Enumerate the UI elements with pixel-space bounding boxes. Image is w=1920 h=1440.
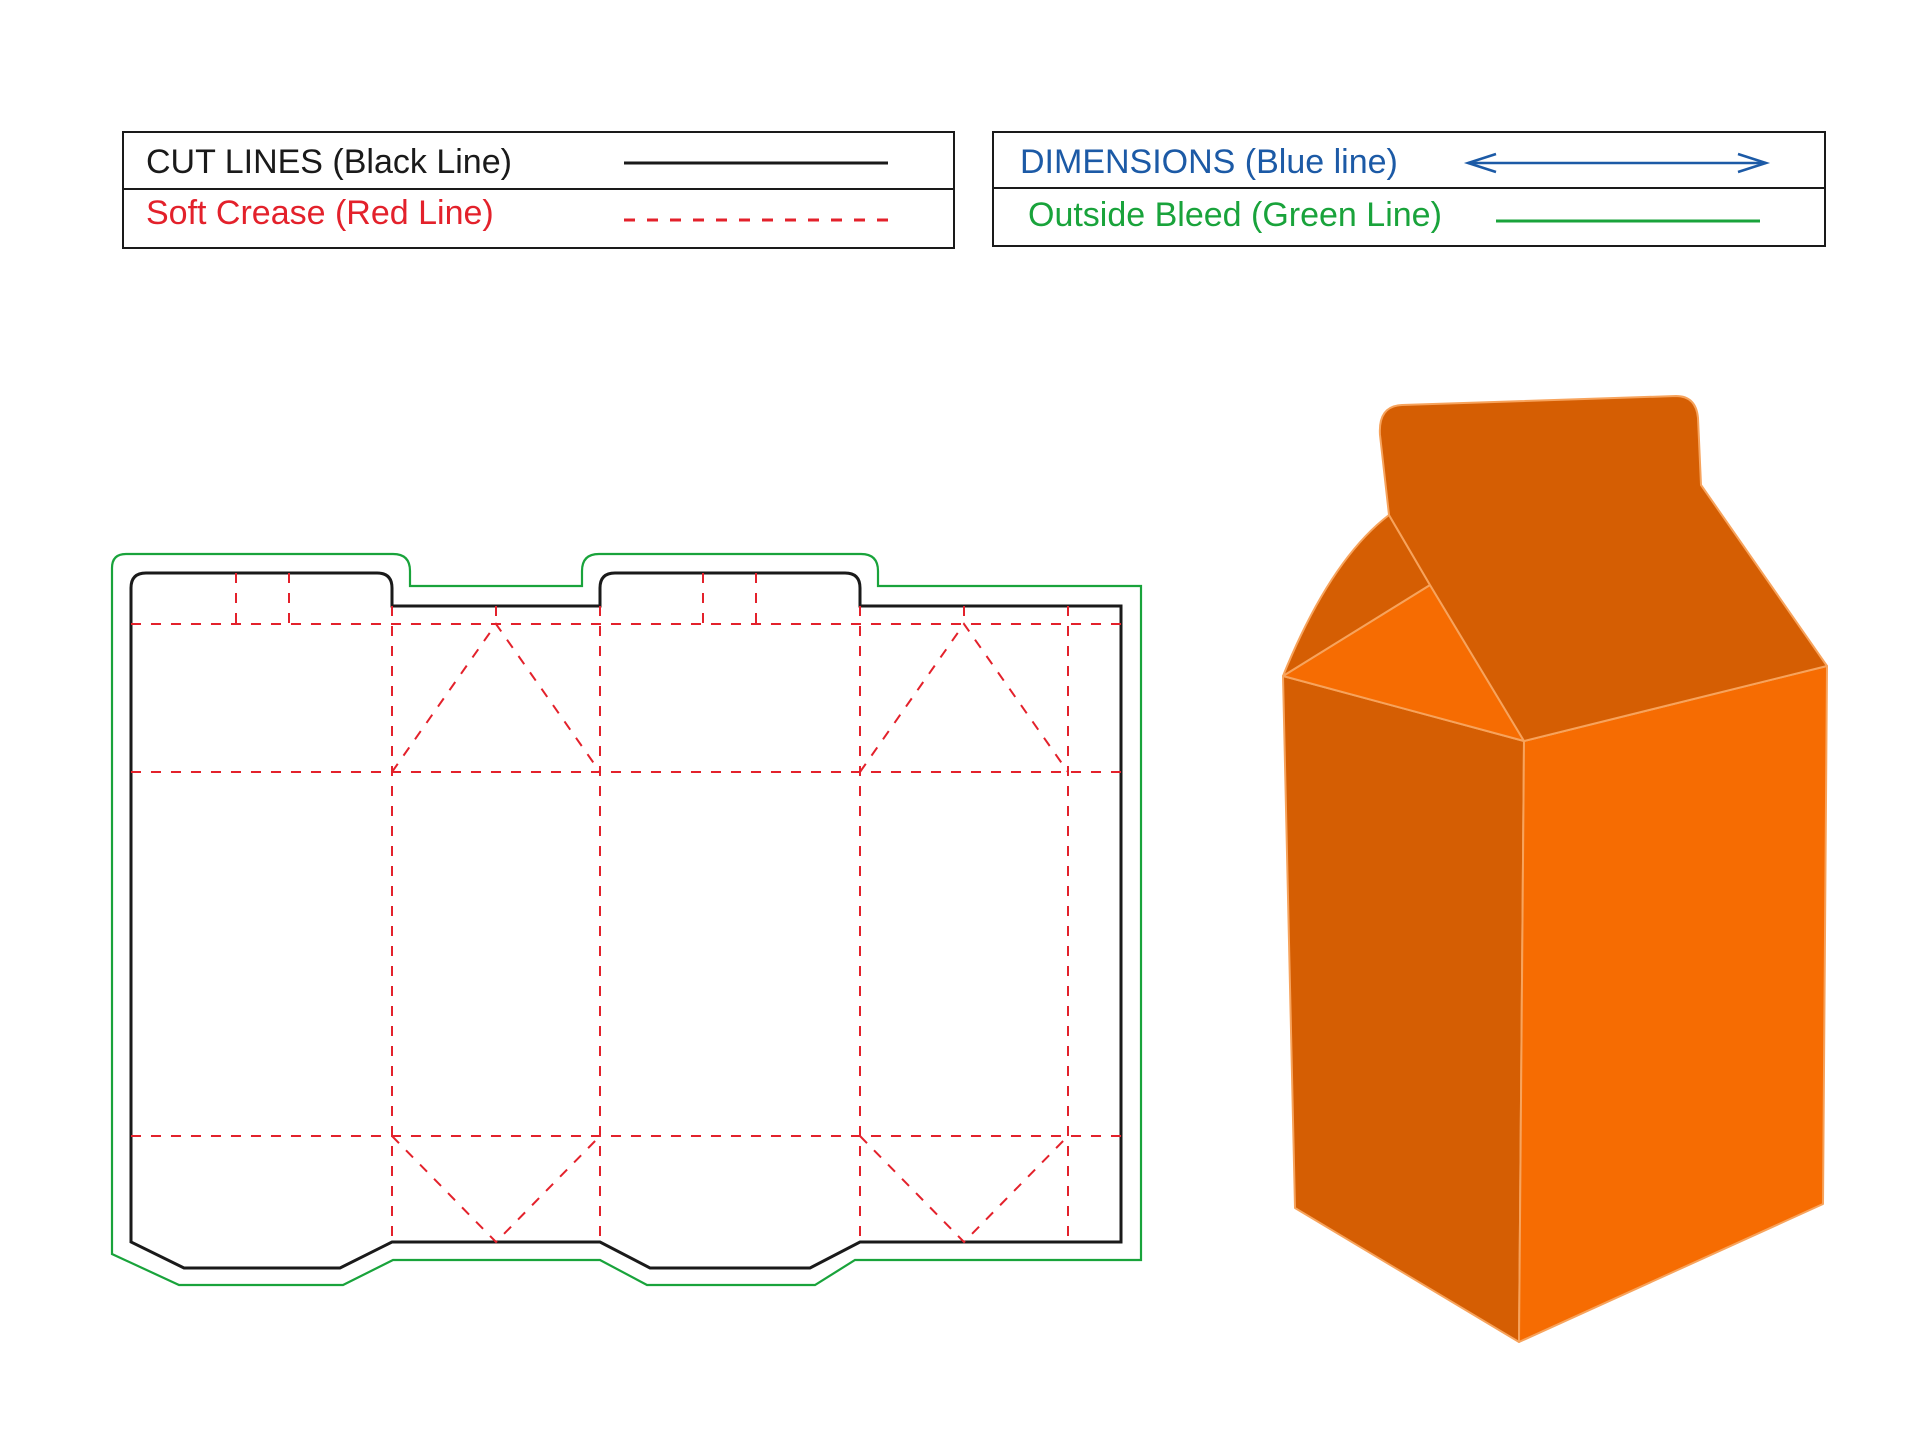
- outside-bleed-outline: [110, 552, 1143, 1287]
- cut-line-outline: [129, 571, 1123, 1270]
- carton-right-face: [1518, 665, 1828, 1343]
- soft-crease-lines: [131, 573, 1121, 1244]
- carton-left-face: [1282, 675, 1525, 1343]
- carton-illustration: [1282, 395, 1828, 1343]
- artwork: [110, 395, 1828, 1343]
